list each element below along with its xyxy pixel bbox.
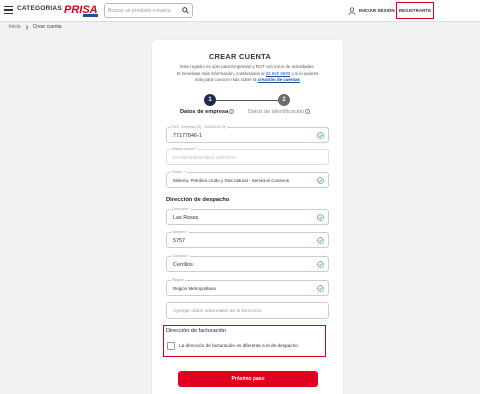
step-2-label: Datos de identificación i: [248, 109, 311, 115]
step-1-label: Datos de empresa i: [180, 109, 235, 115]
region-select[interactable]: Región Región Metropolitana: [166, 278, 329, 296]
intro-line-1: Este registro es sólo para Empresas y RU…: [180, 64, 315, 69]
shipping-section-title: Dirección de despacho: [166, 197, 230, 203]
top-bar: CATEGORIAS PRISA INICIAR SESIÓN REGISTRA…: [0, 0, 480, 22]
razon-social-field: Razón social * ECOINVERSIONES LIMITADA: [166, 147, 329, 165]
direccion-value: Las Rosas: [173, 215, 199, 221]
info-icon[interactable]: i: [305, 109, 311, 115]
info-icon[interactable]: i: [229, 109, 235, 115]
direccion-field[interactable]: Dirección * Las Rosas: [166, 207, 329, 225]
breadcrumb-home[interactable]: Inicio: [9, 24, 21, 30]
comuna-select[interactable]: Comuna * Cerrillos: [166, 254, 329, 272]
user-icon: [348, 6, 356, 15]
search-input[interactable]: [108, 8, 180, 14]
check-circle-icon: [317, 261, 324, 268]
hamburger-menu-icon[interactable]: [4, 6, 13, 14]
rut-field[interactable]: RUT empresa (Ej. 76543210-9)* 77177846-1: [166, 125, 329, 143]
check-circle-icon: [317, 177, 324, 184]
billing-section: Dirección de facturación La dirección de…: [163, 325, 326, 357]
step-indicator: 1 2: [204, 94, 290, 108]
region-label: Región: [171, 278, 186, 282]
check-circle-icon: [317, 237, 324, 244]
search-icon[interactable]: [182, 7, 189, 14]
intro-line-2b: o si lo quieres: [290, 70, 319, 76]
rubro-select[interactable]: Rubro * Minería, Petróleo crudo y Gas na…: [166, 170, 329, 188]
breadcrumb: Inicio Crear cuenta: [9, 24, 62, 30]
rut-label: RUT empresa (Ej. 76543210-9)*: [171, 125, 228, 129]
billing-different-checkbox[interactable]: [167, 342, 175, 350]
numero-field[interactable]: Número * 5757: [166, 230, 329, 248]
comuna-label: Comuna *: [171, 254, 190, 258]
register-label: REGISTRARTE: [398, 8, 432, 13]
address-extra-placeholder: Agregar datos adicionales de la Direcció…: [173, 309, 262, 314]
address-extra-input[interactable]: Agregar datos adicionales de la Direcció…: [166, 302, 329, 319]
next-step-button[interactable]: Próximo paso: [178, 371, 318, 387]
razon-social-value: ECOINVERSIONES LIMITADA: [173, 155, 237, 160]
intro-line-2a: Si necesitas más información, contáctano…: [176, 70, 266, 76]
step-2-text: Datos de identificación: [248, 109, 305, 115]
register-button[interactable]: REGISTRARTE: [396, 2, 434, 19]
rubro-value: Minería, Petróleo crudo y Gas natural - …: [173, 178, 290, 183]
check-circle-icon: [317, 285, 324, 292]
chevron-right-icon: [25, 24, 28, 30]
step-1-circle: 1: [204, 94, 216, 106]
prisa-logo[interactable]: PRISA: [63, 2, 99, 19]
login-button[interactable]: INICIAR SESIÓN: [348, 4, 395, 17]
numero-value: 5757: [173, 238, 185, 244]
billing-checkbox-label[interactable]: La dirección de facturación es diferente…: [179, 343, 298, 348]
rut-value: 77177846-1: [173, 133, 202, 139]
page-title: CREAR CUENTA: [208, 52, 272, 61]
step-2-circle: 2: [278, 94, 290, 106]
region-value: Región Metropolitana: [173, 286, 216, 291]
login-label: INICIAR SESIÓN: [359, 8, 395, 13]
step-connector: [210, 100, 284, 101]
comuna-value: Cerrillos: [173, 262, 193, 268]
step-1-text: Datos de empresa: [180, 109, 229, 115]
check-circle-icon: [317, 214, 324, 221]
categories-button[interactable]: CATEGORIAS: [17, 5, 62, 12]
numero-label: Número *: [171, 230, 190, 234]
direccion-label: Dirección *: [171, 207, 192, 211]
billing-title: Dirección de facturación: [166, 328, 227, 334]
check-circle-icon: [317, 132, 324, 139]
search-bar: [104, 3, 193, 18]
breadcrumb-current: Crear cuenta: [32, 24, 62, 30]
razon-social-label: Razón social *: [171, 147, 198, 151]
phone-link[interactable]: 22 820 6000: [266, 71, 290, 76]
rubro-label: Rubro *: [171, 170, 186, 174]
intro-text: Este registro es sólo para Empresas y RU…: [160, 64, 335, 84]
account-creation-link[interactable]: creación de cuentas: [258, 77, 300, 82]
intro-line-3a: sólo para conocer más sobre la: [195, 77, 258, 83]
